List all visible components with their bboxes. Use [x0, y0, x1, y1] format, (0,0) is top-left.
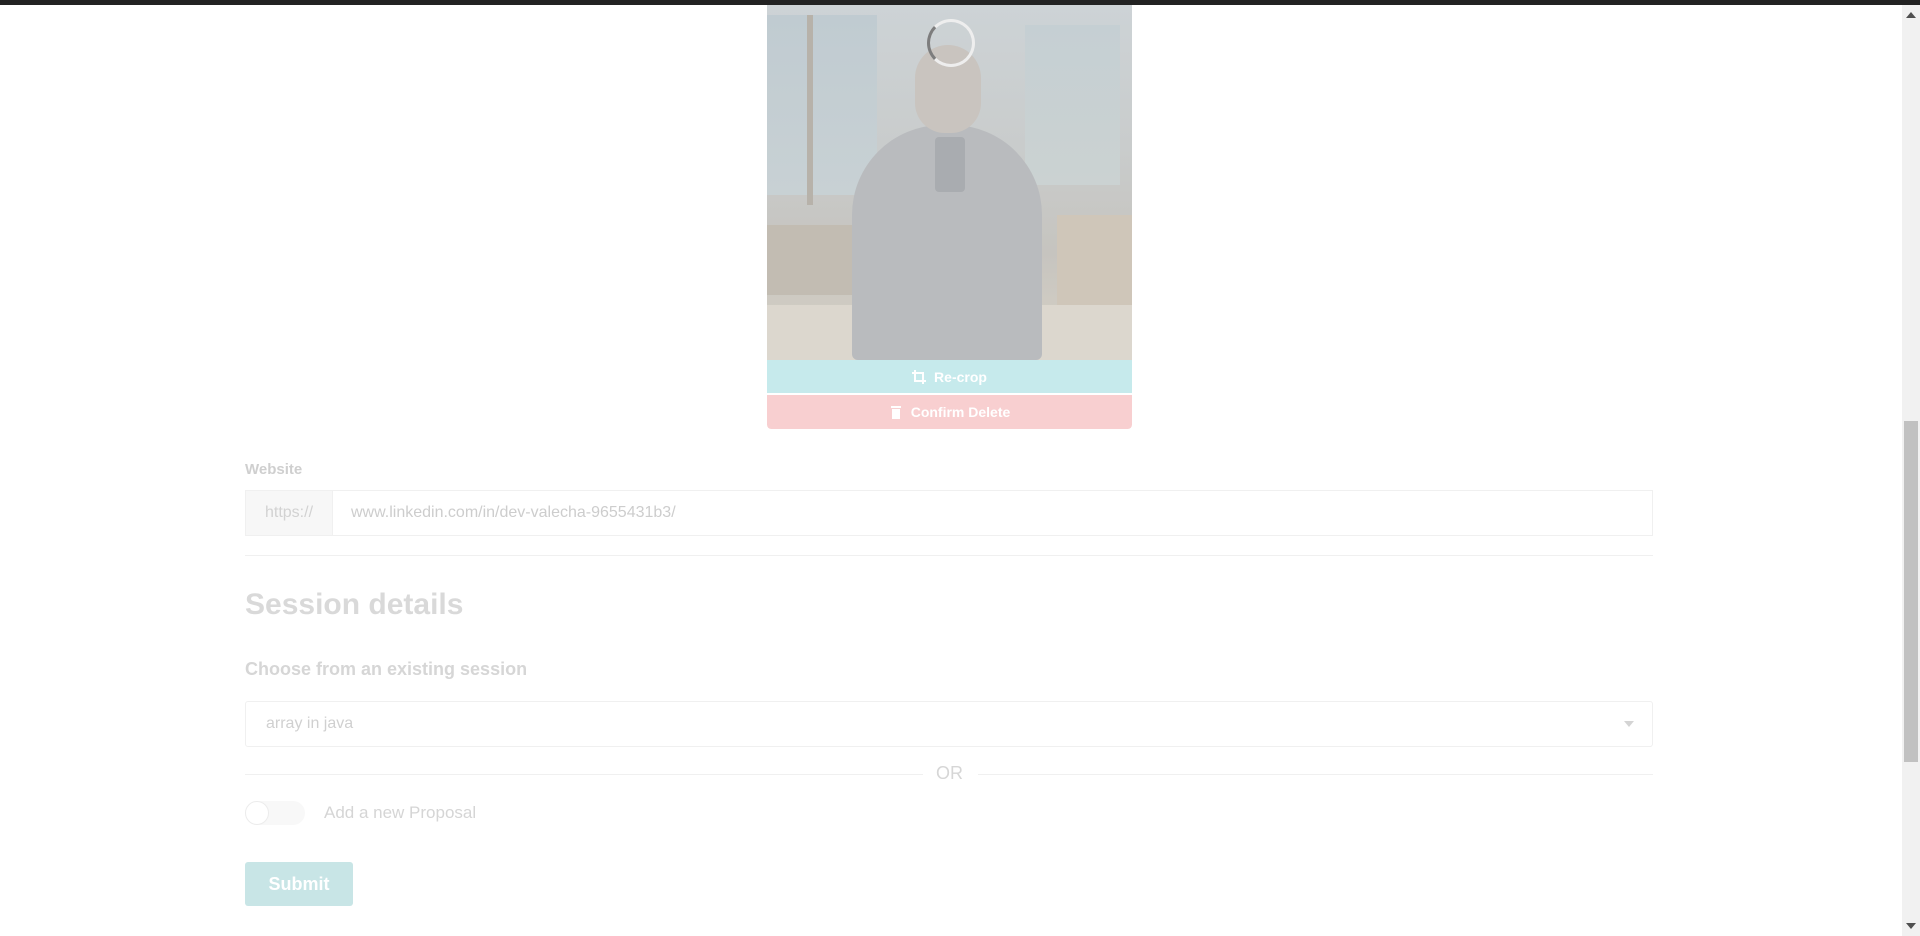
or-separator: OR [245, 763, 1653, 785]
chevron-down-icon [1624, 721, 1634, 727]
recrop-label: Re-crop [934, 368, 987, 385]
or-line-right [978, 774, 1653, 775]
page-scrollbar[interactable] [1902, 5, 1920, 936]
session-details-title: Session details [245, 588, 464, 621]
photo-window-frame [807, 15, 813, 205]
add-proposal-label: Add a new Proposal [324, 803, 477, 822]
photo-window-left [767, 15, 877, 195]
photo-window-right [1025, 25, 1120, 185]
trash-icon [890, 406, 901, 419]
section-divider [245, 555, 1653, 556]
submit-button[interactable]: Submit [245, 862, 353, 906]
uploaded-photo [767, 5, 1132, 360]
website-label: Website [245, 461, 303, 478]
confirm-delete-label: Confirm Delete [910, 404, 1011, 420]
website-input-group: https:// [245, 490, 1653, 536]
photo-phone [935, 137, 965, 192]
page-content: Re-crop Confirm Delete Website https:// … [0, 5, 1902, 936]
photo-card: Re-crop Confirm Delete [767, 5, 1132, 429]
or-line-left [245, 774, 923, 775]
or-text: OR [936, 763, 963, 783]
add-proposal-toggle[interactable] [245, 801, 305, 825]
crop-icon [912, 369, 927, 384]
website-input[interactable] [333, 491, 1652, 535]
scroll-up-arrow-icon[interactable] [1906, 12, 1916, 18]
scrollbar-thumb[interactable] [1904, 421, 1918, 762]
confirm-delete-button[interactable]: Confirm Delete [767, 395, 1132, 429]
session-select-value: array in java [266, 715, 354, 732]
session-select[interactable]: array in java [245, 701, 1653, 747]
loading-spinner-icon [927, 19, 975, 67]
website-prefix: https:// [246, 491, 333, 535]
choose-session-label: Choose from an existing session [245, 659, 528, 679]
scroll-down-arrow-icon[interactable] [1906, 923, 1916, 929]
recrop-button[interactable]: Re-crop [767, 360, 1132, 393]
toggle-knob [245, 801, 269, 825]
